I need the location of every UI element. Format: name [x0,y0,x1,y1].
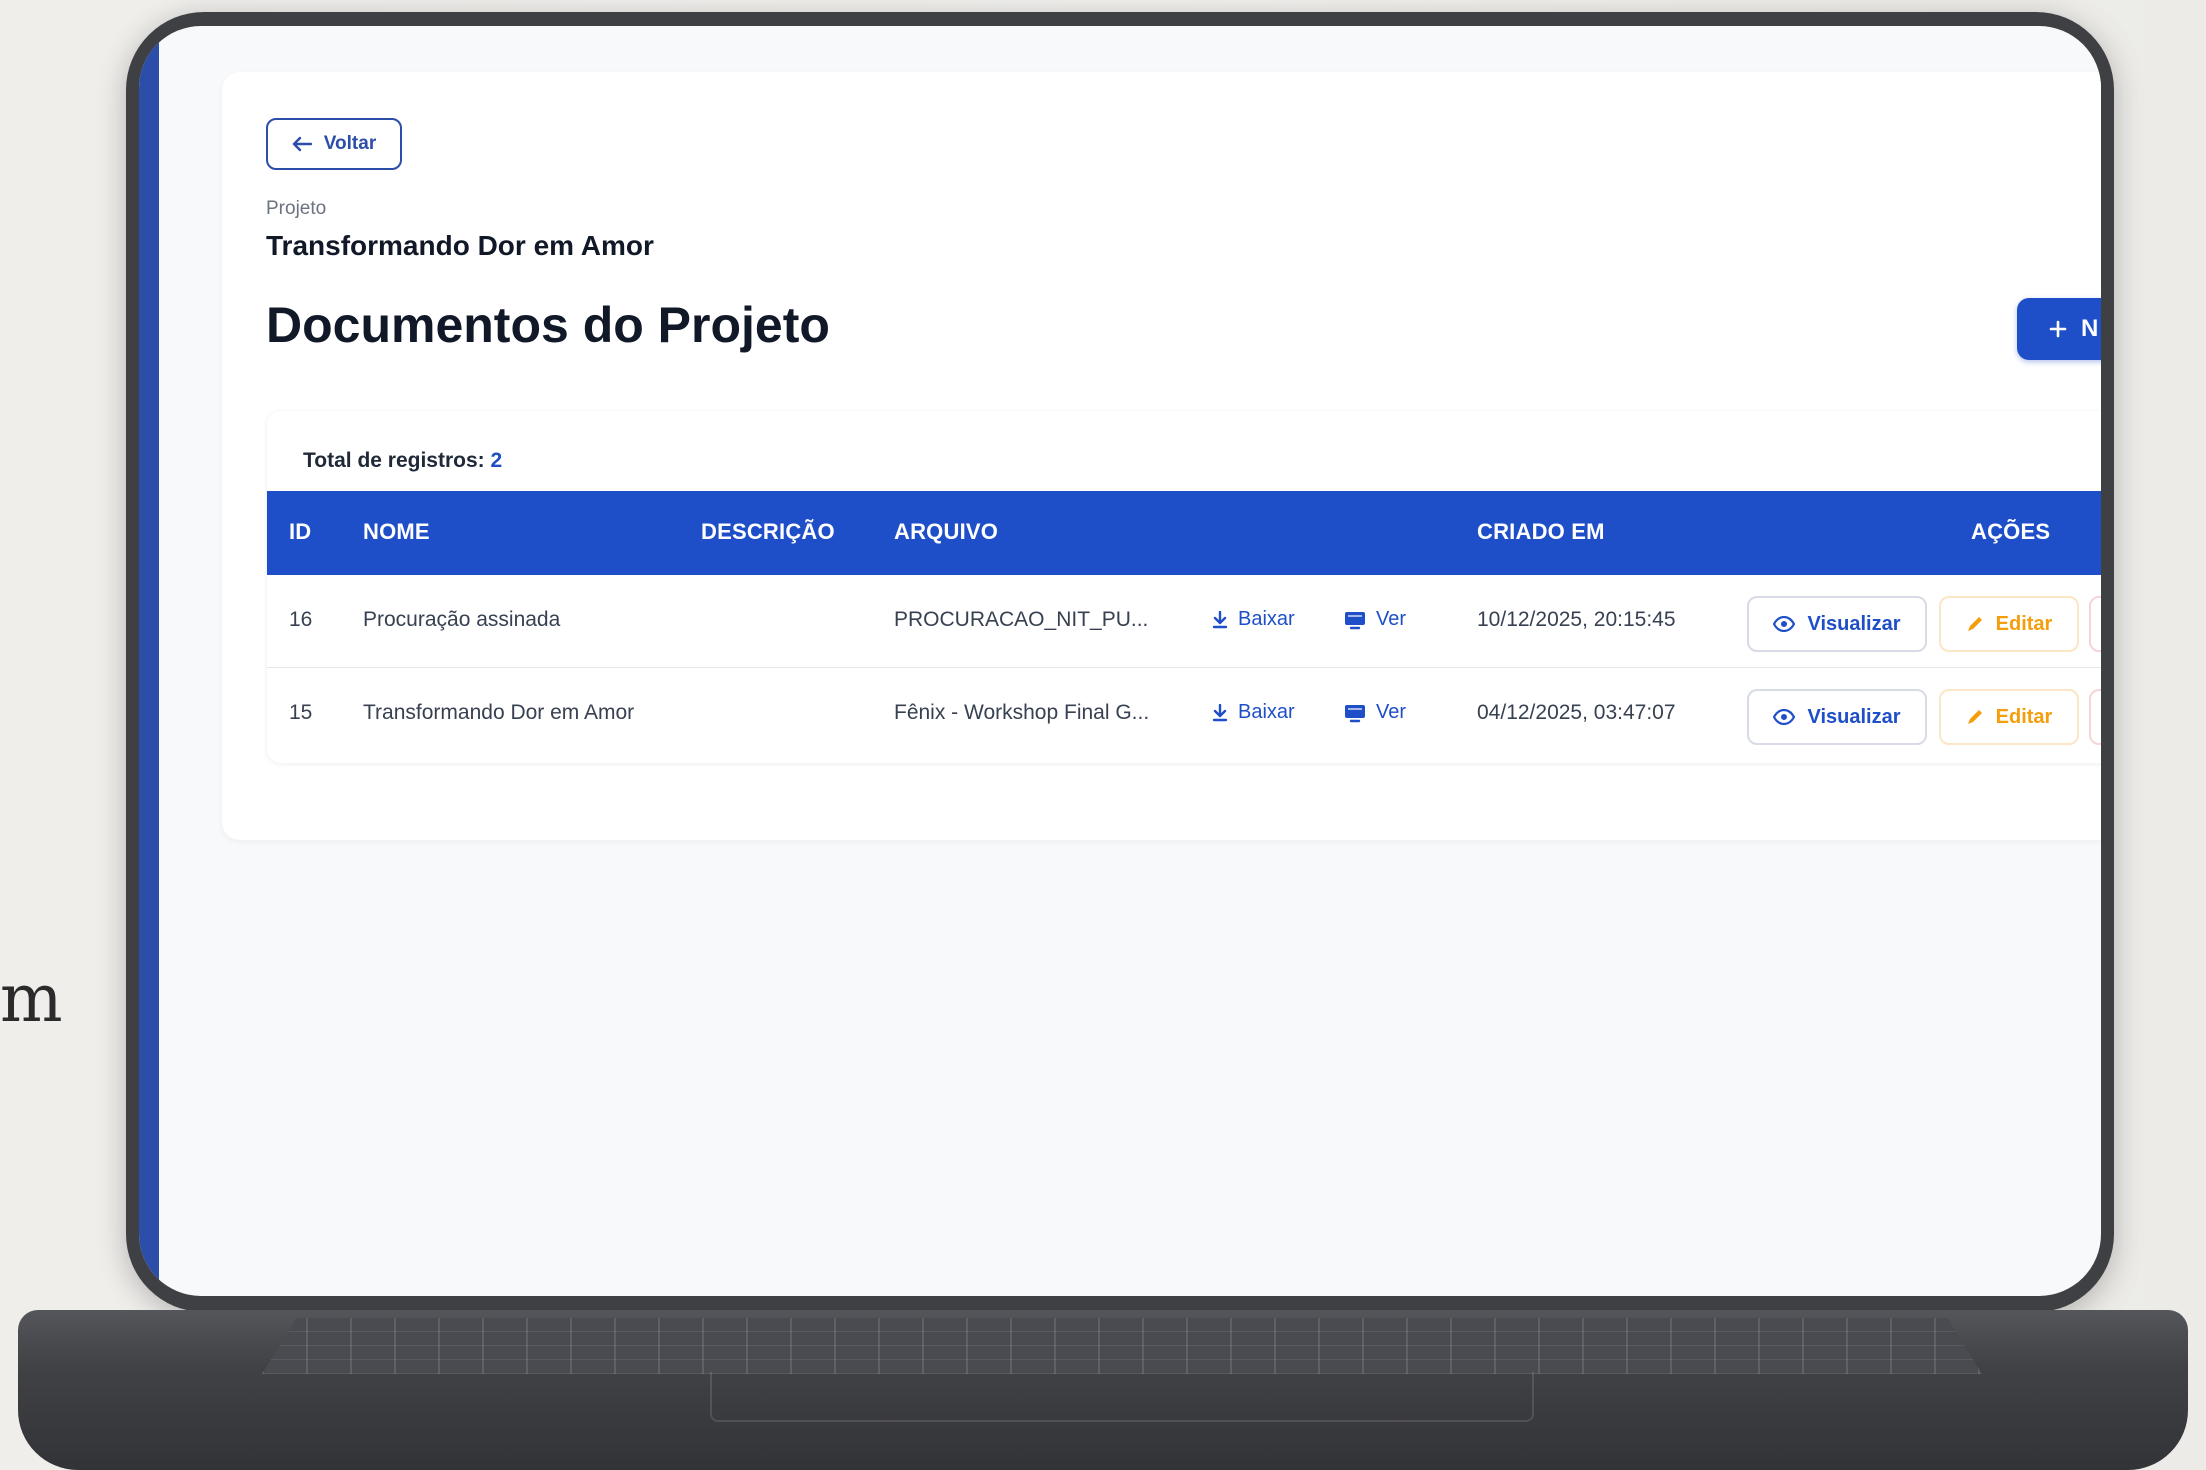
view-link[interactable]: Ver [1344,608,1406,631]
monitor-icon [1344,610,1366,630]
editar-button-label: Editar [1995,705,2053,728]
column-header-arquivo: ARQUIVO [894,519,999,544]
cell-id: 16 [289,608,313,631]
cell-arquivo: Fênix - Workshop Final G... [894,701,1150,724]
view-link-label: Ver [1376,608,1407,630]
column-header-criado-em: CRIADO EM [1477,519,1605,544]
editar-button-label: Editar [1995,612,2053,635]
background-text-fragment: m [0,960,63,1037]
back-button-label: Voltar [323,133,377,154]
table-row: 16 Procuração assinada PROCURACAO_NIT_PU… [267,575,2101,668]
download-icon [1212,703,1228,722]
eye-icon [1773,709,1796,725]
new-document-button-label: N [2081,315,2099,342]
documents-table: Total de registros: 2 ID NOME DESCRIÇÃO … [267,411,2101,763]
total-records-count: 2 [490,449,503,472]
laptop-trackpad [710,1372,1534,1422]
cell-criado-em: 10/12/2025, 20:15:45 [1477,608,1676,631]
pencil-icon [1966,708,1984,726]
editar-button[interactable]: Editar [1939,596,2079,652]
column-header-nome: NOME [363,519,430,544]
table-header: ID NOME DESCRIÇÃO ARQUIVO CRIADO EM AÇÕE… [267,491,2101,575]
sidebar-edge [139,26,159,1296]
download-link-label: Baixar [1238,701,1295,723]
eye-icon [1773,616,1796,632]
editar-button[interactable]: Editar [1939,689,2079,745]
column-header-acoes: AÇÕES [1971,519,2051,544]
cell-criado-em: 04/12/2025, 03:47:07 [1477,701,1676,724]
column-header-id: ID [289,519,312,544]
visualizar-button[interactable]: Visualizar [1747,596,1927,652]
visualizar-button-label: Visualizar [1807,612,1901,635]
delete-button[interactable] [2089,689,2101,745]
arrow-left-icon [292,136,312,152]
cell-nome: Procuração assinada [363,608,561,631]
download-link[interactable]: Baixar [1212,608,1295,631]
cell-id: 15 [289,701,313,724]
cell-arquivo: PROCURACAO_NIT_PU... [894,608,1149,631]
column-header-descricao: DESCRIÇÃO [701,519,835,544]
delete-button[interactable] [2089,596,2101,652]
monitor-icon [1344,703,1366,723]
total-records-label: Total de registros: [303,449,485,472]
back-button[interactable]: Voltar [266,118,402,170]
visualizar-button[interactable]: Visualizar [1747,689,1927,745]
cell-nome: Transformando Dor em Amor [363,701,635,724]
project-name: Transformando Dor em Amor [266,230,654,261]
new-document-button[interactable]: N [2017,298,2101,360]
pencil-icon [1966,615,1984,633]
page-title: Documentos do Projeto [266,297,830,353]
download-link[interactable]: Baixar [1212,701,1295,724]
view-link[interactable]: Ver [1344,701,1406,724]
table-row: 15 Transformando Dor em Amor Fênix - Wor… [267,668,2101,760]
plus-icon [2049,320,2067,338]
total-records: Total de registros: 2 [303,449,502,473]
download-icon [1212,610,1228,629]
visualizar-button-label: Visualizar [1807,705,1901,728]
laptop-keyboard [262,1318,1982,1374]
view-link-label: Ver [1376,701,1407,723]
laptop-screen: Voltar Projeto Transformando Dor em Amor… [139,26,2101,1296]
project-kicker: Projeto [266,198,327,219]
download-link-label: Baixar [1238,608,1295,630]
